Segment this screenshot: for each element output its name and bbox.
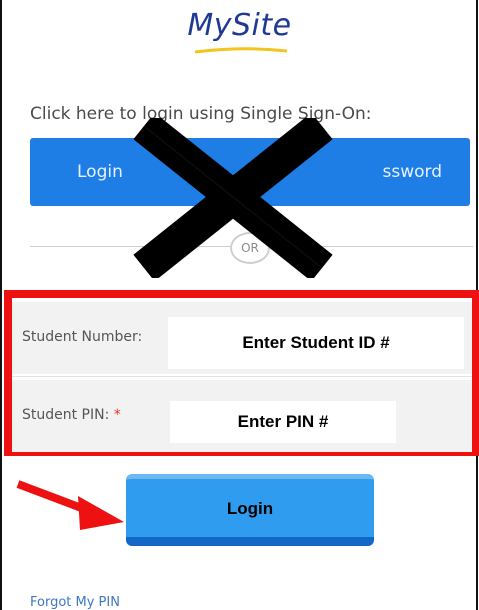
student-number-row: Student Number: [12,302,472,374]
left-border [0,0,2,610]
row-separator [12,376,472,377]
student-pin-label: Student PIN: * [22,407,121,423]
required-asterisk: * [113,407,121,423]
student-number-label: Student Number: [22,329,143,345]
pin-label-text: Student PIN: [22,407,110,423]
logo-text: MySite [187,8,292,43]
sso-button-label-right: ssword [382,162,443,182]
site-logo: MySite [0,8,479,43]
login-form-highlight: Student Number: Student PIN: * [4,290,479,456]
red-arrow-icon [16,480,124,530]
cross-out-icon [133,118,333,278]
forgot-pin-link[interactable]: Forgot My PIN [30,596,120,610]
login-button[interactable]: Login [126,474,374,546]
login-button-label: Login [226,499,274,518]
student-pin-input[interactable] [170,401,396,443]
logo-swoosh-icon [194,47,288,54]
student-number-input[interactable] [168,317,464,369]
